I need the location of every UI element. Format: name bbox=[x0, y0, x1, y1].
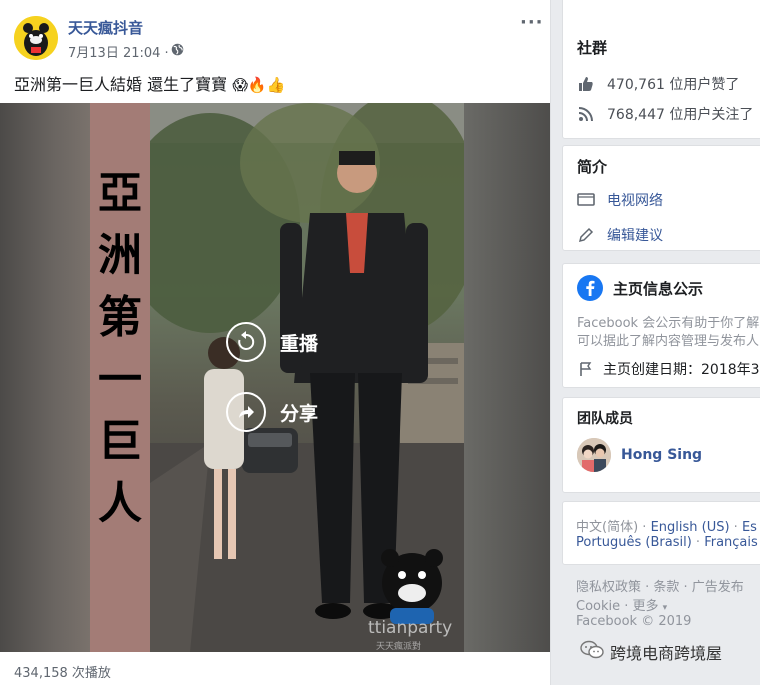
about-title: 简介 bbox=[577, 158, 608, 176]
thumbs-up-icon bbox=[577, 75, 595, 93]
member-name-link[interactable]: Hong Sing bbox=[621, 447, 702, 463]
video-blur-right bbox=[464, 103, 550, 652]
suggest-edit-row[interactable]: 编辑建议 bbox=[577, 225, 663, 245]
language-english[interactable]: English (US) bbox=[651, 520, 730, 535]
flag-icon bbox=[577, 360, 595, 378]
page-transparency-card: 主页信息公示 Facebook 会公示有助于你了解主 可以据此了解内容管理与发布… bbox=[562, 263, 760, 388]
transparency-header[interactable]: 主页信息公示 bbox=[577, 275, 703, 301]
team-card: 团队成员 Hong Sing bbox=[562, 397, 760, 493]
language-current[interactable]: 中文(简体) bbox=[576, 520, 638, 535]
facebook-icon bbox=[577, 275, 603, 301]
page-name-link[interactable]: 天天瘋抖音 bbox=[68, 17, 143, 38]
footer-links-line1[interactable]: 隐私权政策 · 条款 · 广告发布 bbox=[576, 576, 744, 595]
caret-down-icon: ▾ bbox=[662, 603, 668, 613]
caption-emojis: 😱🔥👍 bbox=[232, 76, 286, 94]
follows-row: 768,447 位用户关注了 bbox=[577, 104, 753, 124]
transparency-title: 主页信息公示 bbox=[613, 279, 704, 298]
created-date-row: 主页创建日期：2018年3月 bbox=[577, 359, 760, 379]
post-caption: 亞洲第一巨人結婚 還生了寶寶 😱🔥👍 bbox=[14, 71, 285, 95]
replay-button[interactable]: 重播 bbox=[226, 322, 318, 362]
video-watermark-sub: 天天瘋派對 bbox=[376, 642, 422, 652]
wechat-icon bbox=[580, 640, 604, 664]
share-video-button[interactable]: 分享 bbox=[226, 392, 318, 432]
share-icon bbox=[226, 392, 266, 432]
share-label: 分享 bbox=[280, 402, 319, 425]
replay-icon bbox=[226, 322, 266, 362]
language-francais[interactable]: Français bbox=[704, 535, 758, 550]
likes-row: 470,761 位用户赞了 bbox=[577, 74, 739, 94]
video-blur-left bbox=[0, 103, 90, 652]
category-row[interactable]: 电视网络 bbox=[577, 190, 663, 210]
transparency-desc-line1: Facebook 会公示有助于你了解主 bbox=[577, 316, 760, 331]
globe-icon bbox=[171, 43, 184, 56]
tv-icon bbox=[577, 191, 595, 209]
language-portugues[interactable]: Português (Brasil) bbox=[576, 535, 692, 550]
caption-text: 亞洲第一巨人結婚 還生了寶寶 bbox=[14, 75, 228, 94]
team-title: 团队成员 bbox=[577, 411, 633, 427]
follows-count: 768,447 位用户关注了 bbox=[607, 107, 754, 123]
footer-line2-text[interactable]: Cookie · 更多 bbox=[576, 599, 659, 614]
language-line2: Português (Brasil) · Français bbox=[576, 535, 758, 550]
language-line1: 中文(简体) · English (US) · Es bbox=[576, 520, 757, 535]
footer-copyright: Facebook © 2019 bbox=[576, 614, 692, 629]
language-espanol[interactable]: Es bbox=[742, 520, 757, 535]
wechat-account-name: 跨境电商跨境屋 bbox=[610, 644, 723, 663]
likes-count: 470,761 位用户赞了 bbox=[607, 77, 740, 93]
community-card: 社群 470,761 位用户赞了 768,447 位用户关注了 bbox=[562, 0, 760, 139]
suggest-edit-link[interactable]: 编辑建议 bbox=[607, 225, 663, 245]
created-date: 主页创建日期：2018年3月 bbox=[603, 362, 760, 378]
transparency-desc-line2: 可以据此了解内容管理与发布人 bbox=[577, 334, 760, 349]
team-member-row[interactable]: Hong Sing bbox=[577, 438, 702, 472]
post-card: 天天瘋抖音 7月13日 21:04 · ··· 亞洲第一巨人結婚 還生了寶寶 😱… bbox=[0, 0, 551, 685]
about-card: 简介 电视网络 编辑建议 bbox=[562, 145, 760, 251]
rss-icon bbox=[577, 105, 595, 123]
post-timestamp[interactable]: 7月13日 21:04 · bbox=[68, 42, 169, 61]
wechat-watermark: 跨境电商跨境屋 bbox=[580, 640, 722, 664]
replay-label: 重播 bbox=[280, 332, 319, 355]
video-player[interactable]: 亞洲第一巨人 重播 分享 ttianparty 天天瘋派對 bbox=[0, 103, 550, 652]
community-title: 社群 bbox=[577, 39, 608, 57]
video-scene-image bbox=[150, 103, 464, 652]
category-link[interactable]: 电视网络 bbox=[607, 190, 663, 210]
footer-links-line2[interactable]: Cookie · 更多 ▾ bbox=[576, 595, 667, 614]
video-watermark: ttianparty bbox=[368, 618, 453, 638]
page-avatar[interactable] bbox=[14, 16, 58, 60]
pencil-icon bbox=[577, 226, 595, 244]
more-options-button[interactable]: ··· bbox=[520, 12, 544, 33]
member-avatar[interactable] bbox=[577, 438, 611, 472]
view-count: 434,158 次播放 bbox=[14, 666, 111, 681]
video-vertical-title: 亞洲第一巨人 bbox=[98, 168, 142, 529]
